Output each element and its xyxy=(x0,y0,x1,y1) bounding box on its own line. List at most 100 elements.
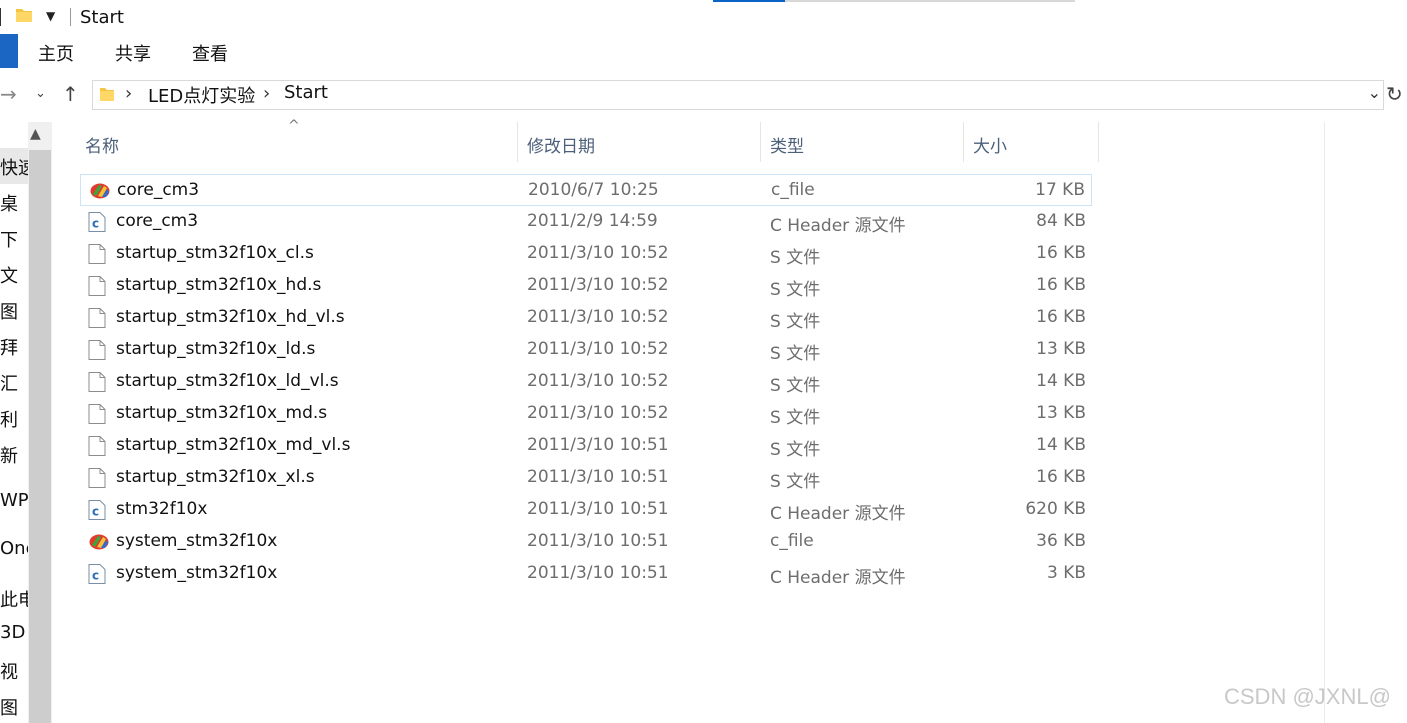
nav-item[interactable]: 拜 xyxy=(0,334,28,360)
nav-item[interactable]: 下 xyxy=(0,226,28,252)
file-size: 13 KB xyxy=(1036,339,1086,359)
tab-home[interactable]: 主页 xyxy=(38,40,74,66)
column-divider[interactable] xyxy=(1098,122,1099,162)
nav-item[interactable]: 汇 xyxy=(0,370,28,396)
column-divider[interactable] xyxy=(760,122,761,162)
file-name: system_stm32f10x xyxy=(116,563,278,583)
file-size: 16 KB xyxy=(1036,467,1086,487)
file-name: startup_stm32f10x_hd_vl.s xyxy=(116,307,345,327)
column-header-type[interactable]: 类型 xyxy=(770,132,804,157)
scroll-up-icon[interactable]: ▲ xyxy=(30,126,41,142)
blank-file-icon xyxy=(88,404,106,424)
file-type: S 文件 xyxy=(770,472,821,492)
nav-item[interactable]: 新 xyxy=(0,442,28,468)
svg-text:c: c xyxy=(92,505,99,519)
file-row[interactable]: c system_stm32f10x 2011/3/10 10:51 C Header… xyxy=(80,558,1092,590)
file-size: 3 KB xyxy=(1046,563,1086,583)
quick-access-dropdown-icon[interactable]: ▼ xyxy=(46,9,55,23)
folder-icon[interactable] xyxy=(16,8,32,22)
pane-divider xyxy=(1324,122,1325,723)
file-size: 14 KB xyxy=(1036,371,1086,391)
file-row[interactable]: startup_stm32f10x_hd_vl.s 2011/3/10 10:52… xyxy=(80,302,1092,334)
up-arrow-icon[interactable]: ↑ xyxy=(62,82,79,106)
file-date: 2011/3/10 10:51 xyxy=(527,499,669,519)
address-bar[interactable]: › LED点灯实验 › Start ⌄ xyxy=(92,80,1384,110)
file-row[interactable]: startup_stm32f10x_md.s 2011/3/10 10:52 S 文… xyxy=(80,398,1092,430)
file-date: 2011/3/10 10:52 xyxy=(527,243,669,263)
tab-view[interactable]: 查看 xyxy=(192,40,228,66)
ribbon: 主页 共享 查看 xyxy=(0,34,1407,73)
address-row: → ⌄ ↑ › LED点灯实验 › Start ⌄ ↻ xyxy=(0,72,1407,116)
file-type: S 文件 xyxy=(770,344,821,364)
file-size: 36 KB xyxy=(1036,531,1086,551)
file-type: C Header 源文件 xyxy=(770,216,906,236)
nav-item-video[interactable]: 视 xyxy=(0,658,28,684)
file-date: 2011/3/10 10:51 xyxy=(527,467,669,487)
nav-item[interactable]: 文 xyxy=(0,262,28,288)
c-header-icon: c xyxy=(88,564,106,584)
column-divider[interactable] xyxy=(963,122,964,162)
nav-item-pictures[interactable]: 图 xyxy=(0,694,28,720)
column-header-date[interactable]: 修改日期 xyxy=(527,132,595,157)
file-name: stm32f10x xyxy=(116,499,208,519)
file-name: core_cm3 xyxy=(117,180,200,200)
nav-item-3d[interactable]: 3D xyxy=(0,622,28,643)
nav-item-wps[interactable]: WP xyxy=(0,490,28,511)
file-row[interactable]: startup_stm32f10x_ld.s 2011/3/10 10:52 S 文… xyxy=(80,334,1092,366)
file-row[interactable]: startup_stm32f10x_xl.s 2011/3/10 10:51 S 文… xyxy=(80,462,1092,494)
chevron-right-icon[interactable]: › xyxy=(125,83,132,104)
file-row[interactable]: startup_stm32f10x_ld_vl.s 2011/3/10 10:52… xyxy=(80,366,1092,398)
nav-scroll-thumb[interactable] xyxy=(29,150,51,723)
taskbar-highlight xyxy=(713,0,785,2)
breadcrumb-led[interactable]: LED点灯实验 xyxy=(148,82,255,108)
file-size: 17 KB xyxy=(1035,180,1085,200)
sort-ascending-icon: ^ xyxy=(288,118,300,134)
file-size: 620 KB xyxy=(1025,499,1086,519)
file-row[interactable]: startup_stm32f10x_md_vl.s 2011/3/10 10:51… xyxy=(80,430,1092,462)
file-date: 2010/6/7 10:25 xyxy=(528,180,659,200)
file-date: 2011/3/10 10:51 xyxy=(527,531,669,551)
window-title: Start xyxy=(80,7,124,28)
nav-item[interactable]: 桌 xyxy=(0,190,28,216)
c-header-icon: c xyxy=(88,212,106,232)
title-bar: ▼ Start xyxy=(0,0,1407,34)
file-name: startup_stm32f10x_xl.s xyxy=(116,467,315,487)
file-date: 2011/3/10 10:52 xyxy=(527,307,669,327)
file-type: c_file xyxy=(771,180,815,200)
c-header-icon: c xyxy=(88,500,106,520)
taskbar-highlight xyxy=(785,0,1075,2)
file-row[interactable]: c core_cm3 2011/2/9 14:59 C Header 源文件 84 KB xyxy=(80,206,1092,238)
file-row[interactable]: c stm32f10x 2011/3/10 10:51 C Header 源文件 620… xyxy=(80,494,1092,526)
file-tab[interactable] xyxy=(0,34,18,68)
breadcrumb-start[interactable]: Start xyxy=(284,82,328,103)
tab-share[interactable]: 共享 xyxy=(115,40,151,66)
nav-item-quick-access[interactable]: 快速 xyxy=(0,154,28,180)
refresh-icon[interactable]: ↻ xyxy=(1386,82,1403,106)
column-divider[interactable] xyxy=(517,122,518,162)
file-row[interactable]: core_cm3 2010/6/7 10:25 c_file 17 KB xyxy=(80,174,1092,206)
nav-item-onedrive[interactable]: One xyxy=(0,538,28,559)
blank-file-icon xyxy=(88,244,106,264)
chevron-right-icon[interactable]: › xyxy=(263,83,270,104)
nav-item[interactable]: 利 xyxy=(0,406,28,432)
folder-icon xyxy=(100,88,114,101)
file-date: 2011/3/10 10:51 xyxy=(527,563,669,583)
recent-locations-icon[interactable]: ⌄ xyxy=(35,86,46,101)
file-date: 2011/3/10 10:52 xyxy=(527,403,669,423)
column-header-size[interactable]: 大小 xyxy=(973,132,1007,157)
nav-item[interactable]: 图 xyxy=(0,298,28,324)
column-header-name[interactable]: 名称 xyxy=(85,132,119,157)
file-name: startup_stm32f10x_ld_vl.s xyxy=(116,371,339,391)
chevron-down-icon[interactable]: ⌄ xyxy=(1368,83,1381,102)
file-date: 2011/2/9 14:59 xyxy=(527,211,658,231)
nav-item-this-pc[interactable]: 此电 xyxy=(0,586,28,612)
file-type: S 文件 xyxy=(770,408,821,428)
file-row[interactable]: startup_stm32f10x_hd.s 2011/3/10 10:52 S 文… xyxy=(80,270,1092,302)
file-type: S 文件 xyxy=(770,248,821,268)
navigation-pane: 快速 桌 下 文 图 拜 汇 利 新 WP One 此电 3D 视 图 ▲ xyxy=(0,122,54,723)
file-type: S 文件 xyxy=(770,312,821,332)
file-row[interactable]: startup_stm32f10x_cl.s 2011/3/10 10:52 S 文… xyxy=(80,238,1092,270)
forward-arrow-icon[interactable]: → xyxy=(0,82,17,106)
file-type: S 文件 xyxy=(770,280,821,300)
file-row[interactable]: system_stm32f10x 2011/3/10 10:51 c_file 36 … xyxy=(80,526,1092,558)
